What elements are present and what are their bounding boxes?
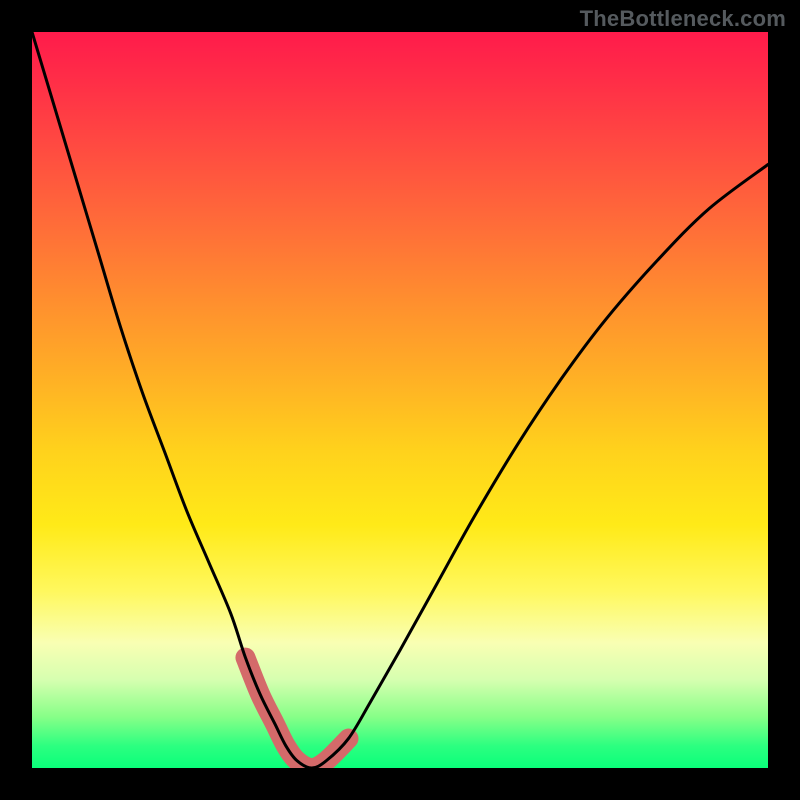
plot-area: [32, 32, 768, 768]
chart-frame: TheBottleneck.com: [0, 0, 800, 800]
bottleneck-curve-svg: [32, 32, 768, 768]
watermark-text: TheBottleneck.com: [580, 6, 786, 32]
optimal-zone-highlight: [245, 658, 348, 768]
bottleneck-curve: [32, 32, 768, 768]
